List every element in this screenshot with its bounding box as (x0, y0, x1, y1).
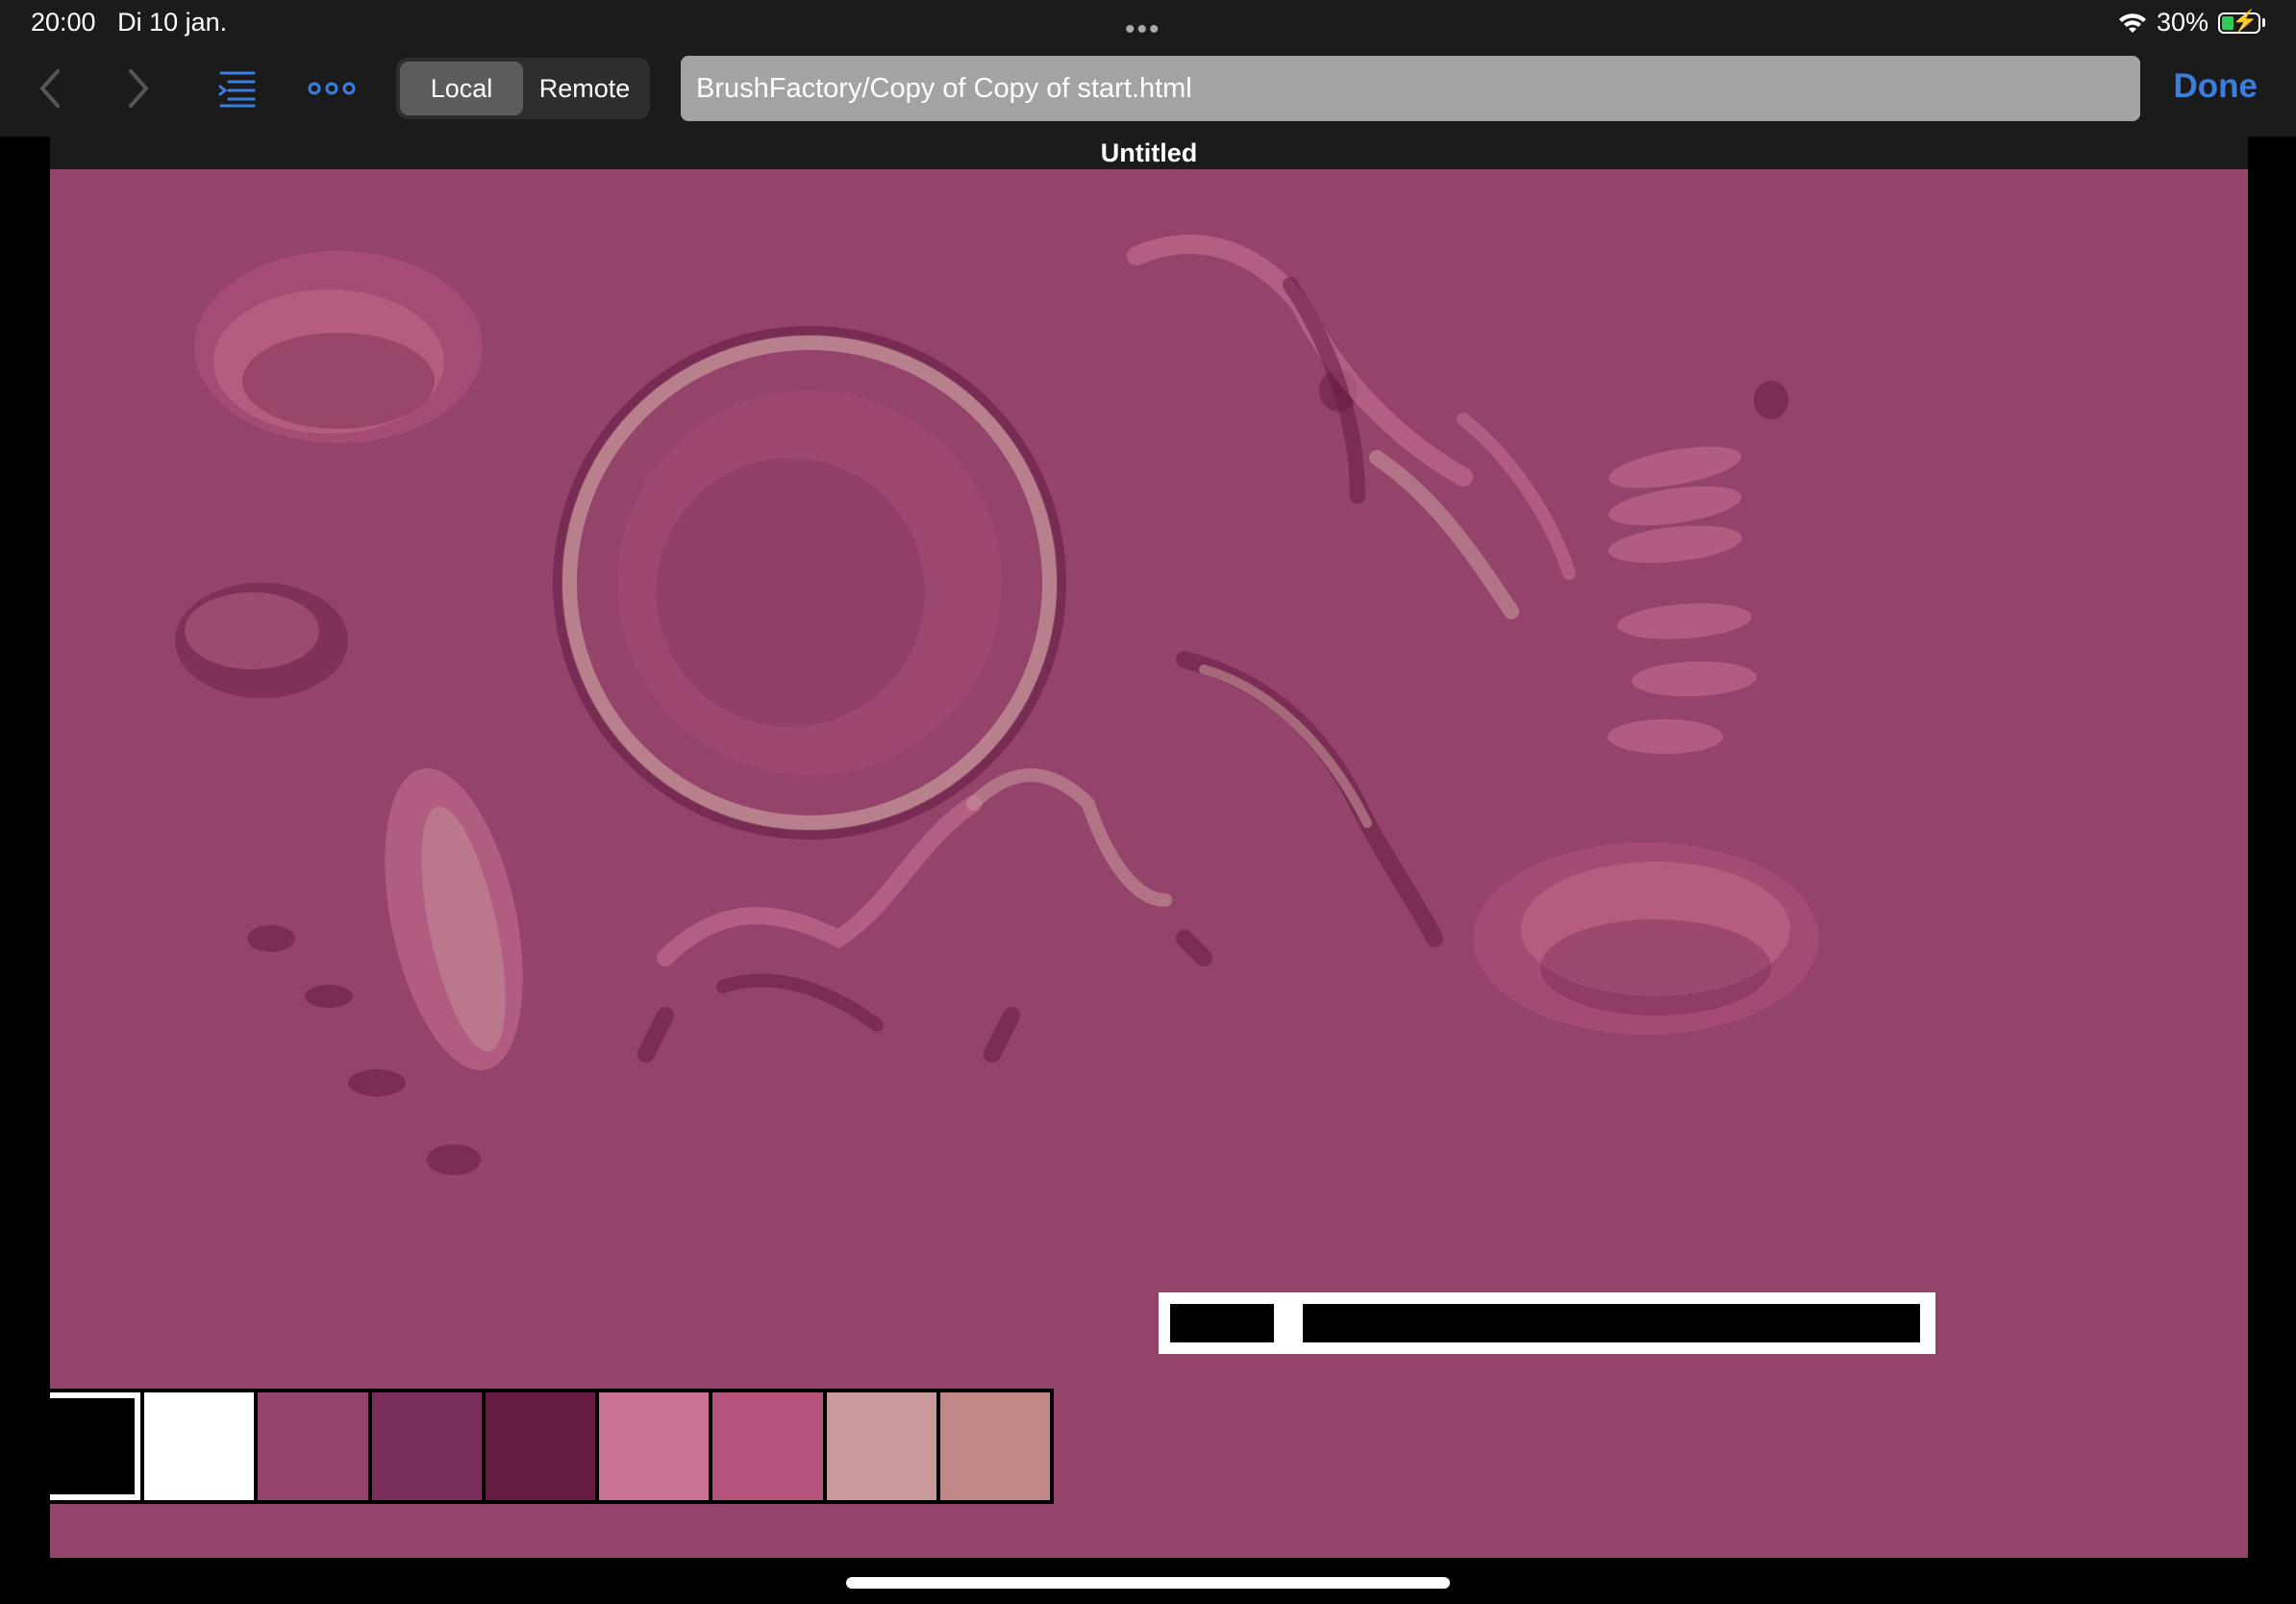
brush-stroke-leaves (1608, 446, 1757, 754)
progress-bar (1159, 1292, 1935, 1354)
progress-segment (1303, 1304, 1920, 1342)
outline-list-icon[interactable] (217, 69, 258, 108)
battery-cap (2262, 18, 2265, 27)
wifi-icon (2118, 13, 2146, 33)
color-swatch[interactable] (712, 1392, 823, 1500)
battery-icon: ⚡ (2218, 9, 2260, 34)
brush-stroke-blob-left (175, 583, 348, 698)
color-swatch[interactable] (826, 1392, 936, 1500)
multitasking-dots-icon[interactable]: ••• (1125, 13, 1161, 46)
drawing-canvas[interactable] (50, 169, 2248, 1558)
color-swatch[interactable] (485, 1392, 596, 1500)
color-palette (50, 1389, 1054, 1504)
color-swatch[interactable] (144, 1392, 255, 1500)
progress-segment (1170, 1304, 1274, 1342)
brush-stroke-branch (1127, 235, 1576, 619)
chevron-right-icon[interactable] (125, 65, 152, 112)
color-swatch[interactable] (599, 1392, 710, 1500)
color-swatch[interactable] (50, 1392, 141, 1500)
toolbar: Local Remote BrushFactory/Copy of Copy o… (0, 46, 2296, 137)
color-swatch[interactable] (371, 1392, 482, 1500)
brush-stroke-leaf-left (385, 767, 523, 1071)
segment-local[interactable]: Local (400, 62, 523, 115)
color-swatch[interactable] (939, 1392, 1050, 1500)
battery-percentage: 30% (2156, 8, 2209, 37)
segment-remote[interactable]: Remote (523, 62, 646, 115)
done-button[interactable]: Done (2174, 67, 2259, 106)
home-indicator[interactable] (846, 1577, 1450, 1589)
document-title: Untitled (50, 137, 2248, 169)
file-path-field[interactable]: BrushFactory/Copy of Copy of start.html (681, 56, 2140, 121)
brush-stroke-fruit-circle (553, 326, 1066, 840)
clock-date: Di 10 jan. (117, 8, 228, 37)
brush-stroke-stem (1176, 651, 1443, 947)
location-segmented-control: Local Remote (396, 58, 650, 119)
color-swatch[interactable] (258, 1392, 368, 1500)
status-time: 20:00 Di 10 jan. (31, 8, 227, 38)
brush-stroke-blob-right (1473, 842, 1819, 1035)
status-bar: 20:00 Di 10 jan. ••• 30% ⚡ (0, 0, 2296, 46)
brush-stroke-blob-top-left (194, 251, 483, 443)
more-dots-icon[interactable] (308, 79, 356, 98)
status-indicators: 30% ⚡ (2118, 8, 2265, 38)
chevron-left-icon[interactable] (37, 65, 63, 112)
clock-time: 20:00 (31, 8, 96, 37)
